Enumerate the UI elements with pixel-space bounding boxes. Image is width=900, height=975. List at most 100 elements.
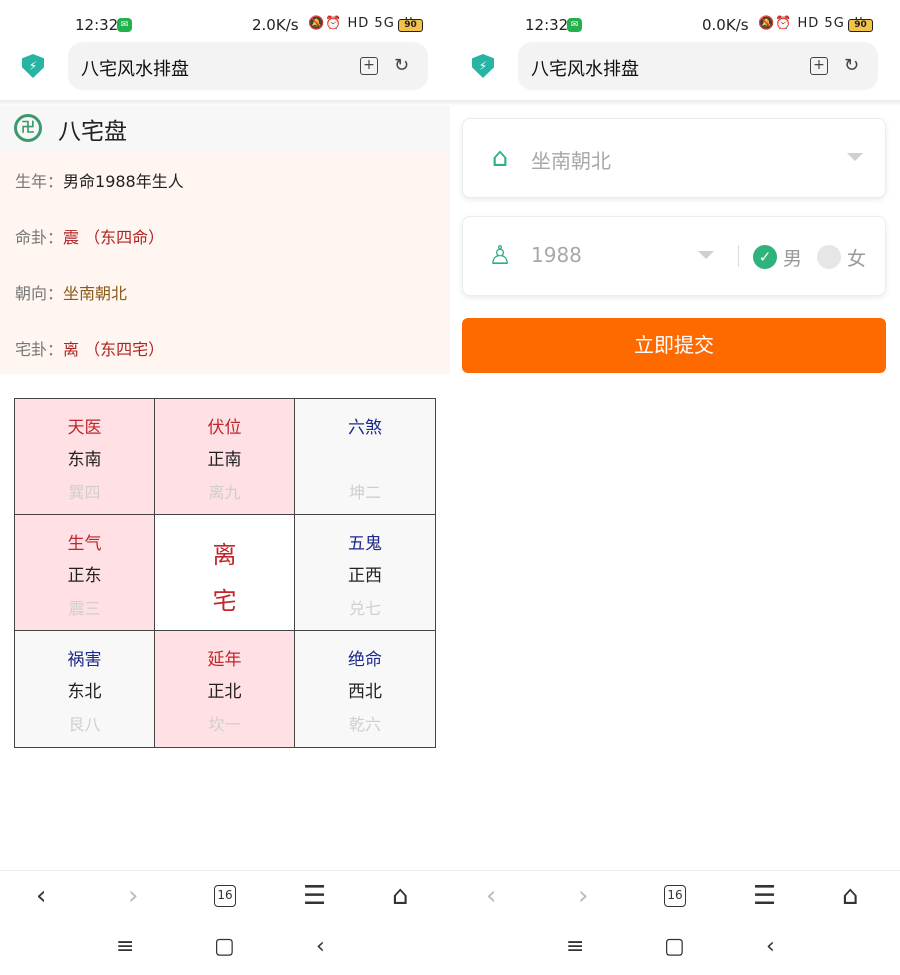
chevron-down-icon[interactable] xyxy=(698,251,714,259)
pan-title: 八宅盘 xyxy=(58,119,127,145)
cell-direction: 正西 xyxy=(348,566,382,586)
cell-star: 五鬼 xyxy=(348,534,382,554)
info-row-zhaigua: 宅卦：离 （东四宅） xyxy=(15,336,164,360)
info-label: 朝向： xyxy=(15,284,64,303)
cell-direction: 西北 xyxy=(348,682,382,702)
back-icon[interactable]: ‹ xyxy=(486,881,496,911)
recents-icon[interactable]: ≡ xyxy=(116,932,134,962)
info-value: 震 （东四命） xyxy=(63,228,165,247)
network-speed: 2.0K/s xyxy=(252,16,299,34)
tabs-count-button[interactable]: 16 xyxy=(214,885,236,907)
network-speed: 0.0K/s xyxy=(702,16,749,34)
info-panel: 生年：男命1988年生人 命卦：震 （东四命） 朝向：坐南朝北 宅卦：离 （东四… xyxy=(0,152,450,374)
add-bookmark-icon[interactable]: + xyxy=(360,57,378,75)
info-label: 生年： xyxy=(15,172,64,191)
status-bar: 12:32 ✉ 0.0K/s 🔕⏰ HD 5G ıll 90 xyxy=(450,14,900,38)
birth-card: ♙ 1988 ✓ 男 女 xyxy=(462,216,886,296)
cell-direction: 正南 xyxy=(207,450,242,470)
grid-cell-north: 延年 正北 坎一 xyxy=(155,631,295,747)
female-label[interactable]: 女 xyxy=(847,244,866,271)
system-back-icon[interactable]: ‹ xyxy=(316,932,325,962)
battery-icon: 90 xyxy=(848,19,873,32)
reload-icon[interactable]: ↻ xyxy=(394,57,409,75)
center-char: 离 xyxy=(212,541,237,569)
male-radio[interactable]: ✓ xyxy=(753,245,777,269)
grid-cell-west: 五鬼 正西 兑七 xyxy=(295,515,435,631)
status-bar: 12:32 ✉ 2.0K/s 🔕⏰ HD 5G ıll 90 xyxy=(0,14,450,38)
shield-icon[interactable]: ⚡ xyxy=(22,54,44,78)
cell-gua: 乾六 xyxy=(348,715,381,734)
cell-gua: 坎一 xyxy=(208,715,241,734)
address-bar[interactable]: 八宅风水排盘 + ↻ xyxy=(518,42,878,90)
cell-gua: 坤二 xyxy=(348,483,381,502)
grid-cell-northwest: 绝命 西北 乾六 xyxy=(295,631,435,747)
cell-gua: 震三 xyxy=(68,599,101,618)
back-icon[interactable]: ‹ xyxy=(36,881,46,911)
house-person-icon: ⌂ xyxy=(491,143,509,173)
center-char: 宅 xyxy=(212,587,237,615)
cell-star: 生气 xyxy=(67,534,102,554)
cell-star: 祸害 xyxy=(67,650,102,670)
cell-direction: 东南 xyxy=(67,450,102,470)
info-row-orientation: 朝向：坐南朝北 xyxy=(15,280,127,304)
birth-year-select[interactable]: 1988 xyxy=(531,243,582,267)
reload-icon[interactable]: ↻ xyxy=(844,57,859,75)
cell-direction: 正北 xyxy=(207,682,242,702)
info-row-birth: 生年：男命1988年生人 xyxy=(15,168,184,192)
system-nav: ≡ ▢ ‹ xyxy=(450,930,900,966)
wechat-icon: ✉ xyxy=(567,18,582,32)
home-square-icon[interactable]: ▢ xyxy=(664,932,685,962)
male-label[interactable]: 男 xyxy=(783,244,802,271)
browser-nav: ‹ › 16 ☰ ⌂ xyxy=(450,870,900,922)
orientation-value: 坐南朝北 xyxy=(531,149,611,173)
system-back-icon[interactable]: ‹ xyxy=(766,932,775,962)
shield-icon[interactable]: ⚡ xyxy=(472,54,494,78)
cell-star: 绝命 xyxy=(348,650,382,670)
add-bookmark-icon[interactable]: + xyxy=(810,57,828,75)
cell-gua: 离九 xyxy=(208,483,241,502)
user-icon: ♙ xyxy=(488,241,512,271)
menu-icon[interactable]: ☰ xyxy=(753,881,776,911)
cell-star: 延年 xyxy=(207,650,242,670)
cell-direction: 正东 xyxy=(67,566,102,586)
system-nav: ≡ ▢ ‹ xyxy=(0,930,450,966)
chevron-down-icon xyxy=(847,153,863,161)
cell-star: 六煞 xyxy=(348,418,382,438)
battery-icon: 90 xyxy=(398,19,423,32)
grid-cell-northeast: 祸害 东北 艮八 xyxy=(15,631,155,747)
grid-cell-center: 离 宅 xyxy=(155,515,295,631)
cell-gua: 兑七 xyxy=(348,599,381,618)
cell-star: 天医 xyxy=(67,418,102,438)
cell-star: 伏位 xyxy=(207,418,242,438)
cell-gua: 艮八 xyxy=(68,715,101,734)
pan-header: 卍 八宅盘 xyxy=(0,106,450,152)
tabs-count-button[interactable]: 16 xyxy=(664,885,686,907)
info-value: 坐南朝北 xyxy=(63,284,128,303)
info-label: 命卦： xyxy=(15,228,64,247)
page-title: 八宅风水排盘 xyxy=(81,59,189,80)
submit-button[interactable]: 立即提交 xyxy=(462,318,886,373)
grid-cell-southeast: 天医 东南 巽四 xyxy=(15,399,155,515)
wechat-icon: ✉ xyxy=(117,18,132,32)
bazhai-grid: 天医 东南 巽四 伏位 正南 离九 六煞 坤二 生气 正东 震三 离 宅 五鬼 … xyxy=(14,398,436,748)
status-time: 12:32 xyxy=(75,16,119,34)
home-icon[interactable]: ⌂ xyxy=(392,881,409,911)
forward-icon[interactable]: › xyxy=(128,881,138,911)
cell-gua: 巽四 xyxy=(68,483,101,502)
orientation-select[interactable]: ⌂ 坐南朝北 xyxy=(462,118,886,198)
bagua-logo-icon: 卍 xyxy=(14,114,42,142)
grid-cell-east: 生气 正东 震三 xyxy=(15,515,155,631)
info-value: 男命1988年生人 xyxy=(63,172,184,191)
address-bar[interactable]: 八宅风水排盘 + ↻ xyxy=(68,42,428,90)
divider xyxy=(738,245,739,267)
female-radio[interactable] xyxy=(817,245,841,269)
menu-icon[interactable]: ☰ xyxy=(303,881,326,911)
home-square-icon[interactable]: ▢ xyxy=(214,932,235,962)
forward-icon[interactable]: › xyxy=(578,881,588,911)
grid-cell-south: 伏位 正南 离九 xyxy=(155,399,295,515)
recents-icon[interactable]: ≡ xyxy=(566,932,584,962)
home-icon[interactable]: ⌂ xyxy=(842,881,859,911)
info-value: 离 （东四宅） xyxy=(63,340,165,359)
cell-direction: 东北 xyxy=(67,682,102,702)
grid-cell-southwest: 六煞 坤二 xyxy=(295,399,435,515)
